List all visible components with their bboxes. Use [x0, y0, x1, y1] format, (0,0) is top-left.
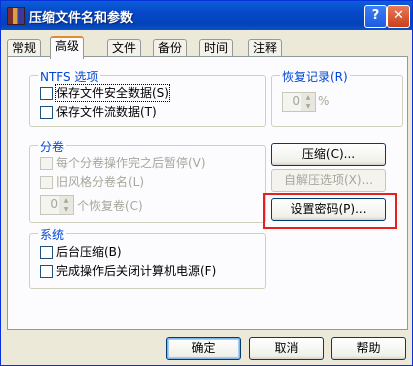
volume-legend: 分卷 — [38, 138, 67, 155]
ntfs-options-legend: NTFS 选项 — [38, 68, 101, 85]
recovery-volumes-value: 0 — [50, 197, 58, 211]
close-title-button[interactable]: ✕ — [387, 5, 410, 28]
tab-general[interactable]: 常规 — [7, 39, 42, 57]
set-password-button[interactable]: 设置密码(P)... — [271, 198, 386, 221]
sfx-options-button[interactable]: 自解压选项(X)... — [271, 169, 386, 192]
tab-files[interactable]: 文件 — [107, 39, 142, 57]
checkbox-box[interactable] — [40, 176, 53, 189]
checkbox-box[interactable] — [40, 87, 53, 100]
old-style-volume-names-label: 旧风格分卷名(L) — [56, 175, 145, 189]
volume-group: 分卷 每个分卷操作完之后暂停(V) 旧风格分卷名(L) 0 ▲ ▼ 个恢复卷(C… — [29, 138, 266, 223]
cancel-button[interactable]: 取消 — [249, 337, 324, 360]
spin-up-icon[interactable]: ▲ — [59, 196, 73, 205]
title-bar[interactable]: 压缩文件名和参数 ? ✕ — [1, 1, 412, 30]
help-button[interactable]: 帮助 — [331, 337, 406, 360]
ok-button[interactable]: 确定 — [166, 337, 241, 360]
compression-button[interactable]: 压缩(C)... — [271, 143, 386, 166]
ntfs-options-group: NTFS 选项 保存文件安全数据(S) 保存文件流数据(T) — [29, 68, 266, 127]
recovery-record-group: 恢复记录(R) 0 ▲ ▼ % — [271, 68, 403, 127]
pause-each-volume-label: 每个分卷操作完之后暂停(V) — [56, 156, 206, 170]
winrar-icon — [7, 7, 25, 25]
help-title-button[interactable]: ? — [364, 5, 387, 28]
recovery-volumes-spinner[interactable]: 0 ▲ ▼ — [40, 195, 74, 215]
shutdown-after-label: 完成操作后关闭计算机电源(F) — [56, 264, 217, 278]
spin-up-icon[interactable]: ▲ — [301, 93, 315, 102]
tab-comment[interactable]: 注释 — [248, 39, 283, 57]
system-legend: 系统 — [38, 226, 67, 243]
checkbox-box[interactable] — [40, 157, 53, 170]
recovery-volumes-label: 个恢复卷(C) — [77, 199, 143, 213]
recovery-record-spinner[interactable]: 0 ▲ ▼ — [282, 92, 316, 112]
window-title: 压缩文件名和参数 — [29, 11, 134, 26]
recovery-record-unit: % — [318, 94, 330, 108]
system-group: 系统 后台压缩(B) 完成操作后关闭计算机电源(F) — [29, 226, 266, 289]
checkbox-box[interactable] — [40, 246, 53, 259]
recovery-record-legend: 恢复记录(R) — [280, 68, 350, 85]
spin-down-icon[interactable]: ▼ — [301, 102, 315, 111]
save-streams-label: 保存文件流数据(T) — [56, 105, 157, 119]
tab-backup[interactable]: 备份 — [153, 39, 188, 57]
dialog-window: 压缩文件名和参数 ? ✕ 常规 高级 文件 备份 时间 注释 NTFS 选项 保… — [0, 0, 413, 366]
save-security-label: 保存文件安全数据(S) — [55, 84, 170, 102]
background-compress-label: 后台压缩(B) — [56, 245, 122, 259]
tab-panel-advanced: NTFS 选项 保存文件安全数据(S) 保存文件流数据(T) 恢复记录(R) 0… — [7, 56, 408, 330]
checkbox-box[interactable] — [40, 106, 53, 119]
recovery-record-value: 0 — [292, 94, 300, 108]
spin-down-icon[interactable]: ▼ — [59, 205, 73, 214]
tab-time[interactable]: 时间 — [199, 39, 234, 57]
checkbox-box[interactable] — [40, 265, 53, 278]
tab-advanced[interactable]: 高级 — [50, 36, 85, 59]
